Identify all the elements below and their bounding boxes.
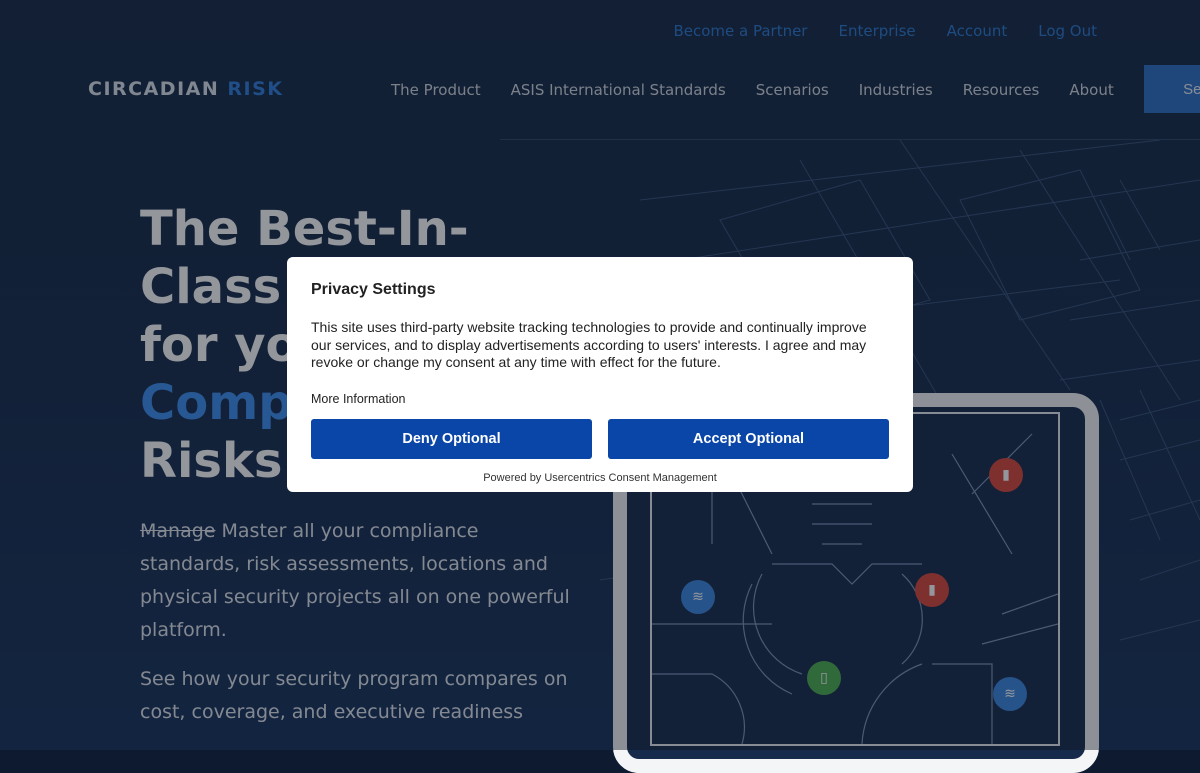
- accept-optional-button[interactable]: Accept Optional: [608, 418, 889, 459]
- dialog-title: Privacy Settings: [311, 281, 436, 298]
- dialog-buttons: Deny Optional Accept Optional: [311, 418, 889, 459]
- deny-optional-button[interactable]: Deny Optional: [311, 418, 592, 459]
- privacy-settings-dialog: Privacy Settings This site uses third-pa…: [287, 257, 913, 492]
- powered-by-text: Powered by Usercentrics Consent Manageme…: [483, 471, 717, 484]
- more-information-link[interactable]: More Information: [311, 392, 889, 406]
- dialog-body: This site uses third-party website track…: [311, 319, 867, 370]
